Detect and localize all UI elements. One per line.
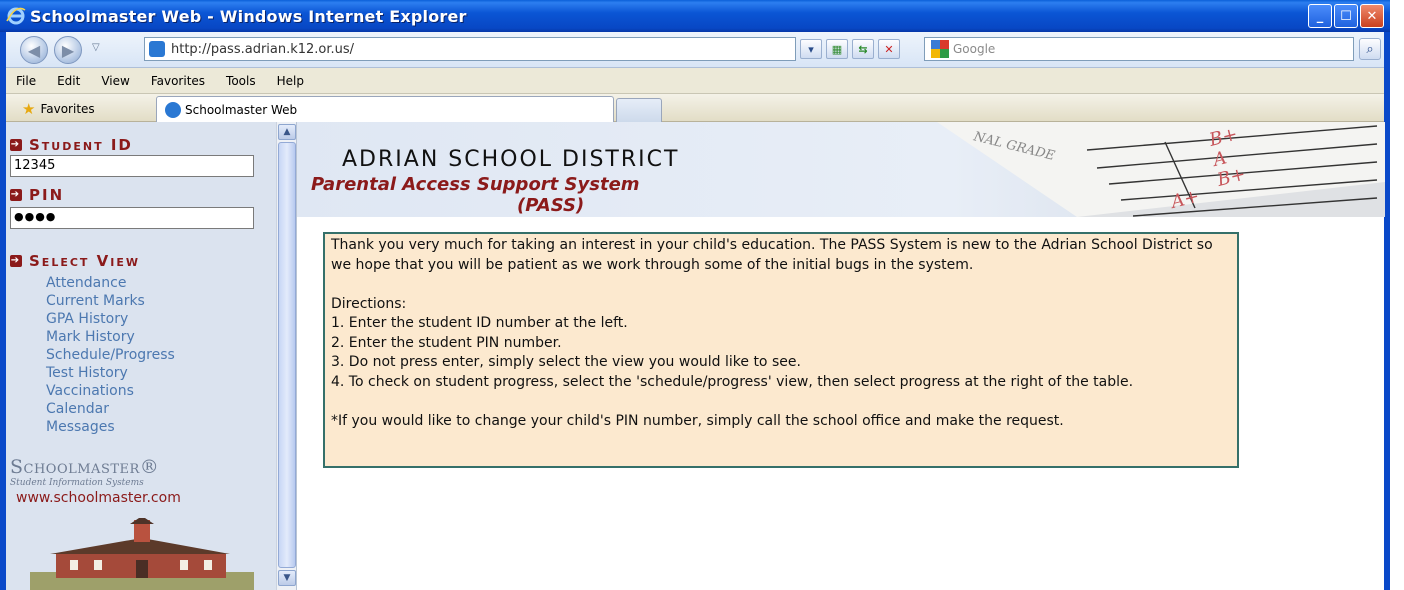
- link-gpa-history[interactable]: GPA History: [46, 310, 175, 328]
- tab-page-icon: [165, 102, 181, 118]
- system-name-line1: Parental Access Support System: [311, 174, 640, 195]
- main-content: ADRIAN SCHOOL DISTRICT Parental Access S…: [296, 122, 1385, 590]
- arrow-bullet-icon: ➔: [10, 139, 22, 151]
- menu-tools[interactable]: Tools: [226, 74, 256, 88]
- tab-schoolmaster-web[interactable]: Schoolmaster Web: [156, 96, 614, 123]
- select-view-heading: ➔ Select View: [10, 252, 140, 270]
- select-view-label: Select View: [29, 252, 140, 270]
- scroll-thumb[interactable]: [278, 142, 296, 568]
- minimize-button[interactable]: _: [1308, 4, 1332, 28]
- schoolmaster-link[interactable]: www.schoolmaster.com: [16, 490, 181, 506]
- student-id-label: Student ID: [29, 136, 133, 154]
- link-messages[interactable]: Messages: [46, 418, 175, 436]
- direction-step-3: 3. Do not press enter, simply select the…: [331, 354, 801, 370]
- scroll-down-button[interactable]: ▼: [278, 570, 296, 586]
- address-url[interactable]: http://pass.adrian.k12.or.us/: [171, 42, 354, 57]
- link-current-marks[interactable]: Current Marks: [46, 292, 175, 310]
- sidebar-scrollbar[interactable]: ▲ ▼: [276, 122, 296, 590]
- chevron-up-icon: ▲: [283, 127, 291, 137]
- menu-bar: File Edit View Favorites Tools Help: [6, 68, 1384, 94]
- menu-edit[interactable]: Edit: [57, 74, 80, 88]
- favorites-bar: ★ Favorites Schoolmaster Web: [6, 94, 1384, 123]
- arrow-bullet-icon: ➔: [10, 255, 22, 267]
- back-arrow-icon: ◀: [27, 40, 41, 60]
- arrow-bullet-icon: ➔: [10, 189, 22, 201]
- pin-heading: ➔ PIN: [10, 186, 64, 204]
- menu-file[interactable]: File: [16, 74, 36, 88]
- internet-explorer-icon: [6, 7, 26, 25]
- magnifier-icon: ⌕: [1366, 41, 1374, 57]
- page-icon: [149, 41, 165, 57]
- search-field[interactable]: Google: [924, 37, 1354, 61]
- stop-button[interactable]: ✕: [878, 39, 900, 59]
- forward-arrow-icon: ▶: [61, 40, 75, 60]
- page-banner: ADRIAN SCHOOL DISTRICT Parental Access S…: [297, 122, 1385, 217]
- link-schedule-progress[interactable]: Schedule/Progress: [46, 346, 175, 364]
- direction-step-1: 1. Enter the student ID number at the le…: [331, 315, 628, 331]
- google-logo-icon: [931, 40, 949, 58]
- welcome-message: Thank you very much for taking an intere…: [323, 232, 1239, 468]
- menu-favorites[interactable]: Favorites: [151, 74, 205, 88]
- schoolhouse-image: [30, 518, 254, 590]
- star-icon: ★: [22, 100, 36, 118]
- forward-button[interactable]: ▶: [54, 36, 82, 64]
- back-button[interactable]: ◀: [20, 36, 48, 64]
- address-toolbar: ◀ ▶ ▽ http://pass.adrian.k12.or.us/ ▾ ▦ …: [6, 32, 1384, 68]
- link-vaccinations[interactable]: Vaccinations: [46, 382, 175, 400]
- window-title: Schoolmaster Web - Windows Internet Expl…: [30, 6, 467, 26]
- sidebar: ➔ Student ID 12345 ➔ PIN ●●●● ➔ Select V…: [6, 122, 276, 590]
- student-id-heading: ➔ Student ID: [10, 136, 133, 154]
- direction-step-4: 4. To check on student progress, select …: [331, 373, 1134, 390]
- search-button[interactable]: ⌕: [1359, 38, 1381, 60]
- schoolmaster-tagline: Student Information Systems: [10, 478, 144, 488]
- link-attendance[interactable]: Attendance: [46, 274, 175, 292]
- menu-view[interactable]: View: [101, 74, 129, 88]
- pin-change-note: *If you would like to change your child'…: [331, 412, 1064, 429]
- chevron-down-icon: ▼: [283, 573, 291, 583]
- schoolmaster-logo: Schoolmaster®: [10, 456, 160, 478]
- district-name: ADRIAN SCHOOL DISTRICT: [342, 147, 680, 172]
- tab-label: Schoolmaster Web: [185, 103, 298, 117]
- system-name-line2: (PASS): [517, 195, 585, 216]
- search-placeholder[interactable]: Google: [953, 42, 995, 56]
- pin-field[interactable]: ●●●●: [10, 207, 254, 229]
- system-name: Parental Access Support System (PASS): [311, 174, 831, 216]
- intro-text: Thank you very much for taking an intere…: [331, 237, 1213, 273]
- new-tab-button[interactable]: [616, 98, 662, 122]
- menu-help[interactable]: Help: [277, 74, 304, 88]
- link-test-history[interactable]: Test History: [46, 364, 175, 382]
- link-mark-history[interactable]: Mark History: [46, 328, 175, 346]
- window-titlebar: Schoolmaster Web - Windows Internet Expl…: [0, 0, 1390, 32]
- maximize-button[interactable]: ☐: [1334, 4, 1358, 28]
- student-id-field[interactable]: 12345: [10, 155, 254, 177]
- favorites-button[interactable]: ★ Favorites: [22, 100, 95, 118]
- favorites-label: Favorites: [40, 102, 95, 116]
- history-dropdown-icon[interactable]: ▽: [92, 42, 100, 53]
- scroll-up-button[interactable]: ▲: [278, 124, 296, 140]
- directions-label: Directions:: [331, 295, 407, 312]
- direction-step-2: 2. Enter the student PIN number.: [331, 334, 562, 351]
- pin-label: PIN: [29, 186, 65, 204]
- desktop-margin: [1390, 0, 1404, 590]
- refresh-button[interactable]: ⇆: [852, 39, 874, 59]
- address-dropdown-button[interactable]: ▾: [800, 39, 822, 59]
- link-calendar[interactable]: Calendar: [46, 400, 175, 418]
- view-links: Attendance Current Marks GPA History Mar…: [46, 274, 175, 436]
- grade-sheet-image: NAL GRADE B+ A B+ A+: [937, 122, 1385, 217]
- close-button[interactable]: ✕: [1360, 4, 1384, 28]
- compatibility-view-icon[interactable]: ▦: [826, 39, 848, 59]
- address-field[interactable]: http://pass.adrian.k12.or.us/: [144, 37, 796, 61]
